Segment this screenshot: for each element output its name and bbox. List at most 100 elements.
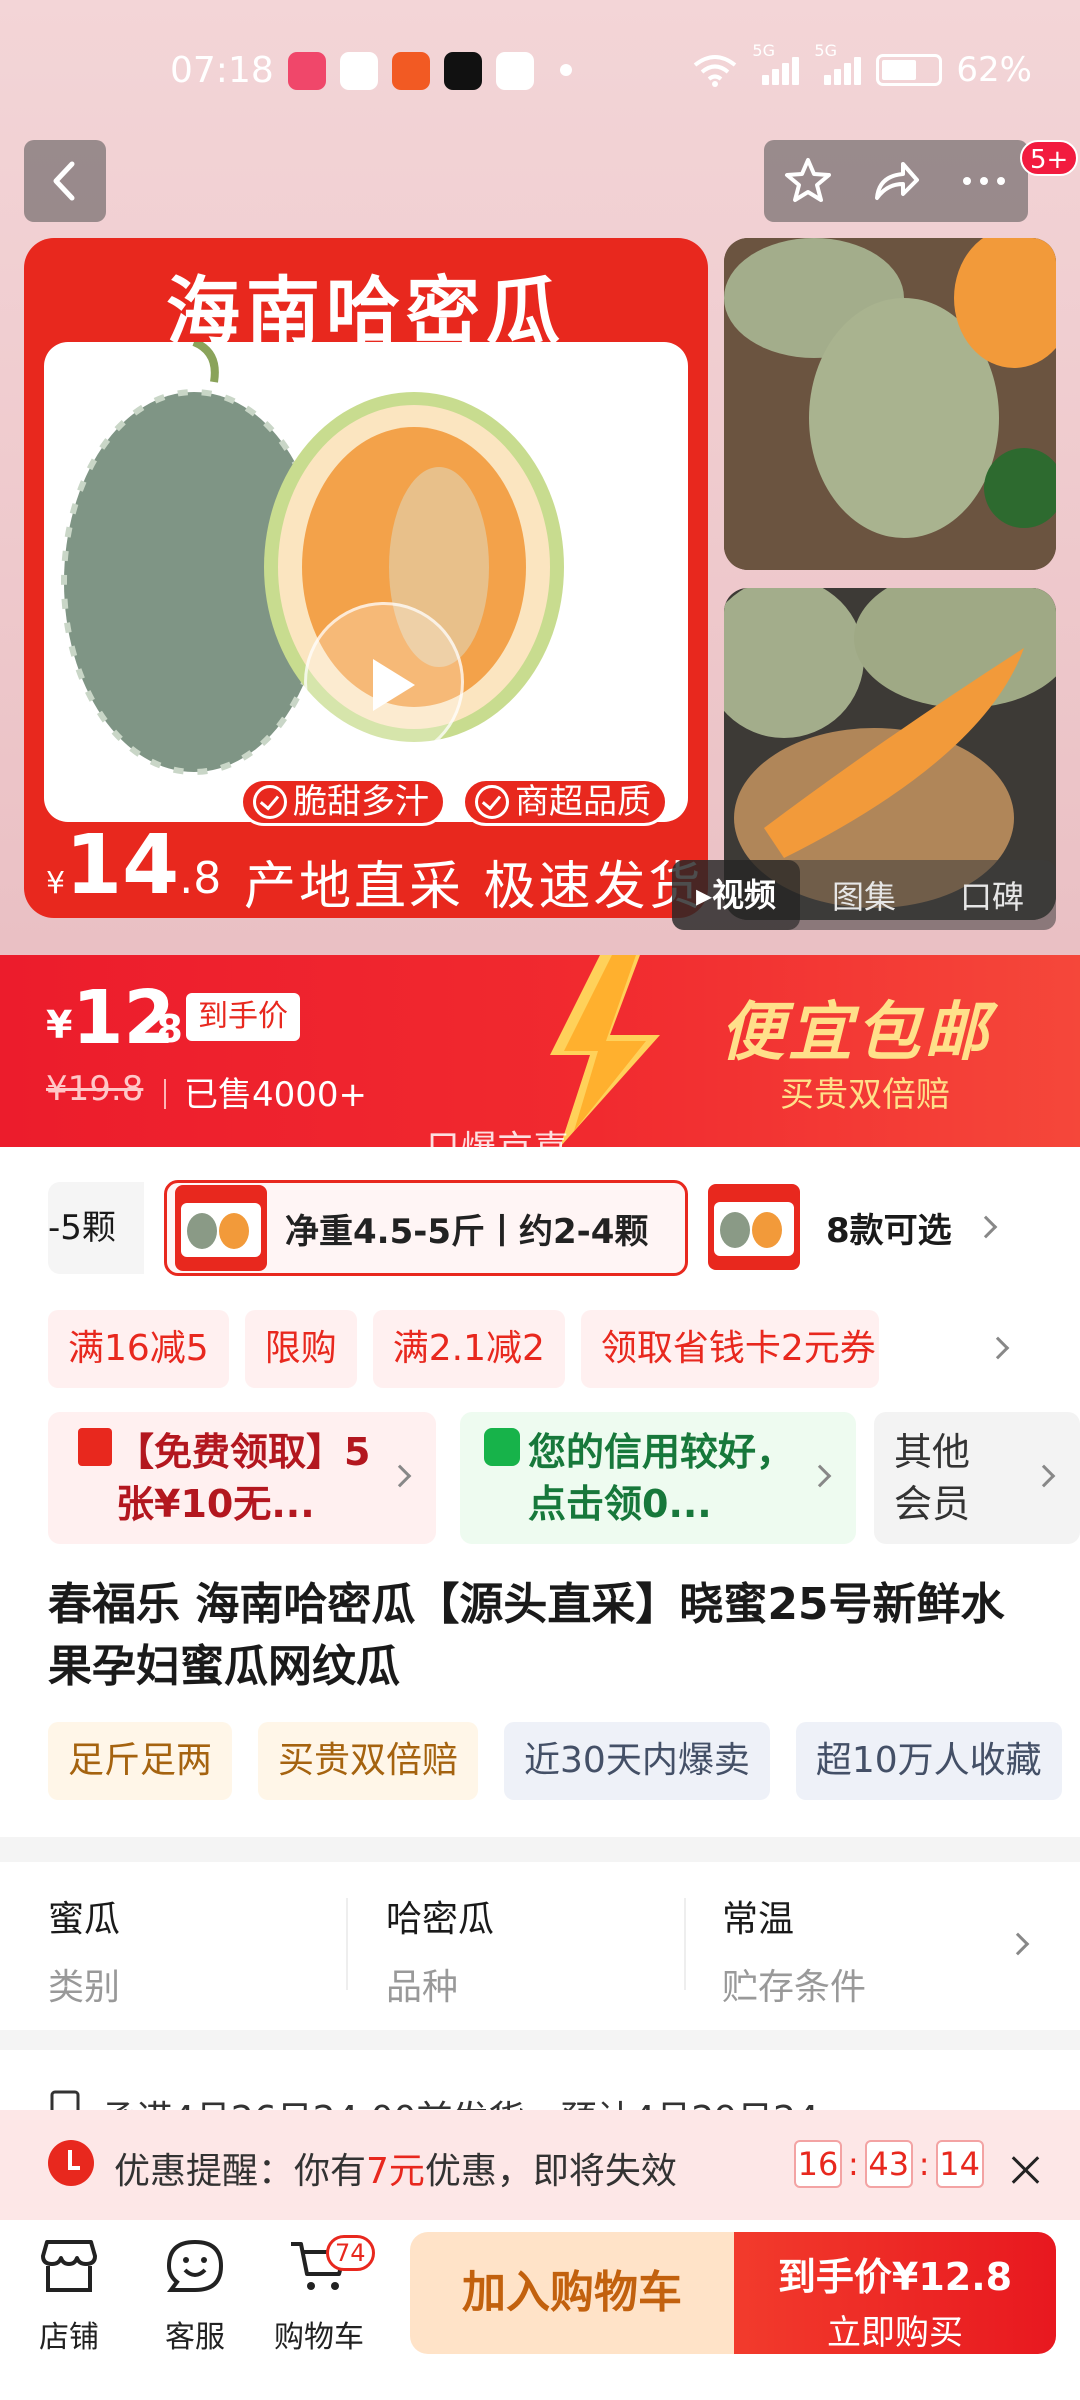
feature-tag: 商超品质 <box>462 778 668 826</box>
status-bar: 07:18 5G 5G 62% <box>0 0 1080 130</box>
tab-video-label: 视频 <box>712 876 777 914</box>
spec-option[interactable]: -5颗 <box>48 1182 144 1274</box>
notification-dot <box>560 64 572 76</box>
attribute-value: 常温 <box>722 1899 795 1940</box>
shop-icon <box>41 2240 97 2292</box>
more-icon[interactable] <box>957 154 1011 208</box>
shop-label: 店铺 <box>39 2320 99 2355</box>
buy-now-button[interactable]: 到手价¥12.8 立即购买 <box>734 2232 1056 2354</box>
attribute-value: 哈密瓜 <box>386 1899 495 1940</box>
star-icon[interactable] <box>781 154 835 208</box>
signal-icon: 5G <box>814 41 862 85</box>
spec-thumbnail <box>708 1184 800 1270</box>
cart-count-badge: 74 <box>326 2235 375 2271</box>
tiktok-icon <box>444 52 482 90</box>
divider <box>164 1079 166 1109</box>
product-tag: 足斤足两 <box>48 1722 233 1800</box>
top-action-group <box>764 140 1028 222</box>
reminder-suffix: 优惠，即将失效 <box>424 2151 677 2192</box>
attribute-key: 品种 <box>386 1967 459 2008</box>
coupon-chip[interactable]: 满16减5 <box>48 1310 229 1388</box>
brand-watermark: 只爆京喜 <box>425 1129 570 1170</box>
service-label: 客服 <box>165 2320 225 2355</box>
spec-label: 净重4.5-5斤丨约2-4颗 <box>285 1211 649 1252</box>
gallery-thumbnail[interactable] <box>724 238 1056 570</box>
tab-video[interactable]: ▸视频 <box>672 860 800 930</box>
promo-label: 活动到手价 <box>46 786 177 816</box>
countdown-timer: 16 : 43 : 14 <box>794 2140 984 2188</box>
coupon-list: 满16减5 限购 满2.1减2 领取省钱卡2元券 <box>48 1310 879 1388</box>
main-product-image[interactable]: 海南哈密瓜 活动到手价 脆甜多汁 商超品质 ¥ 14 .8 产地直采 极速发货 <box>24 238 708 918</box>
reminder-text: 优惠提醒：你有7元优惠，即将失效 <box>114 2142 677 2194</box>
app-icon <box>392 52 430 90</box>
back-button[interactable] <box>24 140 106 222</box>
delivery-info[interactable]: 承诺4月26日24:00前发货，预计4月29日24 <box>0 2050 1080 2110</box>
coupon-chip[interactable]: 领取省钱卡2元券 <box>580 1310 879 1388</box>
close-icon[interactable] <box>1010 2154 1040 2184</box>
product-title: 春福乐 海南哈密瓜【源头直采】晓蜜25号新鲜水果孕妇蜜瓜网纹瓜 <box>48 1579 1005 1692</box>
product-tag: 买贵双倍赔 <box>258 1722 479 1800</box>
coupon-chip[interactable]: 满2.1减2 <box>372 1310 565 1388</box>
price-banner: ¥ 12 .8 到手价 ¥19.8 已售4000+ 便宜包邮 买贵双倍赔 <box>0 955 1080 1147</box>
product-attributes[interactable]: 蜜瓜 类别 哈密瓜 品种 常温 贮存条件 <box>0 1862 1080 2030</box>
image-price: ¥ 14 .8 <box>46 825 221 907</box>
offer-text: 【免费领取】5张¥10无... <box>116 1430 371 1526</box>
more-specs[interactable]: 8款可选 <box>708 1184 997 1270</box>
coupon-chip[interactable]: 限购 <box>244 1310 357 1388</box>
battery-icon <box>876 54 943 86</box>
image-slogan: 产地直采 极速发货 <box>244 857 704 917</box>
countdown-hours: 16 <box>794 2140 842 2188</box>
status-time: 07:18 <box>170 50 274 91</box>
network-type: 5G <box>814 41 837 60</box>
delivery-text: 承诺4月26日24:00前发货，预计4月29日24 <box>100 2090 819 2110</box>
melon-photo <box>44 342 688 822</box>
add-to-cart-button[interactable]: 加入购物车 <box>410 2232 734 2354</box>
battery-percent: 62% <box>956 50 1032 90</box>
attribute-category: 蜜瓜 类别 <box>48 1890 120 2010</box>
play-icon <box>373 659 415 711</box>
offer-cards: 【免费领取】5张¥10无... 您的信用较好，点击领0... 其他会员 <box>48 1412 1080 1544</box>
chevron-left-icon <box>53 161 75 201</box>
offer-text: 其他会员 <box>894 1430 971 1526</box>
sold-count: 已售4000+ <box>184 1075 368 1115</box>
price-dec: .8 <box>142 1007 183 1051</box>
shop-button[interactable]: 店铺 <box>14 2238 124 2356</box>
discount-reminder[interactable]: 优惠提醒：你有7元优惠，即将失效 16 : 43 : 14 <box>0 2110 1080 2220</box>
feature-tag-label: 脆甜多汁 <box>293 782 429 822</box>
spec-option-selected[interactable]: 净重4.5-5斤丨约2-4颗 <box>164 1180 688 1276</box>
shopping-bag-icon <box>484 1428 520 1466</box>
play-video-button[interactable] <box>304 602 464 762</box>
attribute-variety: 哈密瓜 品种 <box>386 1890 494 2010</box>
attribute-key: 贮存条件 <box>722 1967 867 2008</box>
chat-smile-icon <box>166 2239 224 2292</box>
chevron-right-icon <box>974 1215 997 1239</box>
member-offer[interactable]: 其他会员 <box>874 1412 1080 1544</box>
document-icon <box>50 2090 80 2110</box>
countdown-minutes: 43 <box>864 2140 913 2188</box>
free-shipping-title: 便宜包邮 <box>720 996 992 1070</box>
product-tags: 足斤足两 买贵双倍赔 近30天内爆卖 超10万人收藏 <box>48 1722 1062 1800</box>
product-tag: 近30天内爆卖 <box>504 1722 770 1800</box>
price-guarantee: 买贵双倍赔 <box>780 1075 950 1115</box>
share-icon[interactable] <box>869 154 923 208</box>
credit-offer[interactable]: 您的信用较好，点击领0... <box>460 1412 856 1544</box>
clock-icon <box>48 2140 94 2186</box>
free-coupon-offer[interactable]: 【免费领取】5张¥10无... <box>48 1412 436 1544</box>
network-type: 5G <box>752 41 775 60</box>
tab-gallery[interactable]: 图集 <box>800 872 928 918</box>
baidu-icon <box>340 52 378 90</box>
cart-label: 购物车 <box>274 2320 364 2355</box>
wifi-icon <box>694 55 737 87</box>
melon-photo-2 <box>724 238 1056 570</box>
tab-reviews[interactable]: 口碑 <box>928 872 1056 918</box>
price-type-badge: 到手价 <box>186 993 300 1041</box>
coupon-icon <box>78 1428 112 1466</box>
customer-service-button[interactable]: 客服 <box>140 2238 250 2356</box>
attribute-storage: 常温 贮存条件 <box>722 1890 866 2010</box>
attribute-key: 类别 <box>48 1967 121 2008</box>
reminder-prefix: 优惠提醒：你有 <box>114 2151 367 2192</box>
buy-price: 到手价¥12.8 <box>777 2255 1013 2299</box>
message-badge: 5+ <box>1020 140 1079 176</box>
more-specs-label: 8款可选 <box>826 1210 952 1251</box>
buy-label: 立即购买 <box>827 2313 963 2353</box>
